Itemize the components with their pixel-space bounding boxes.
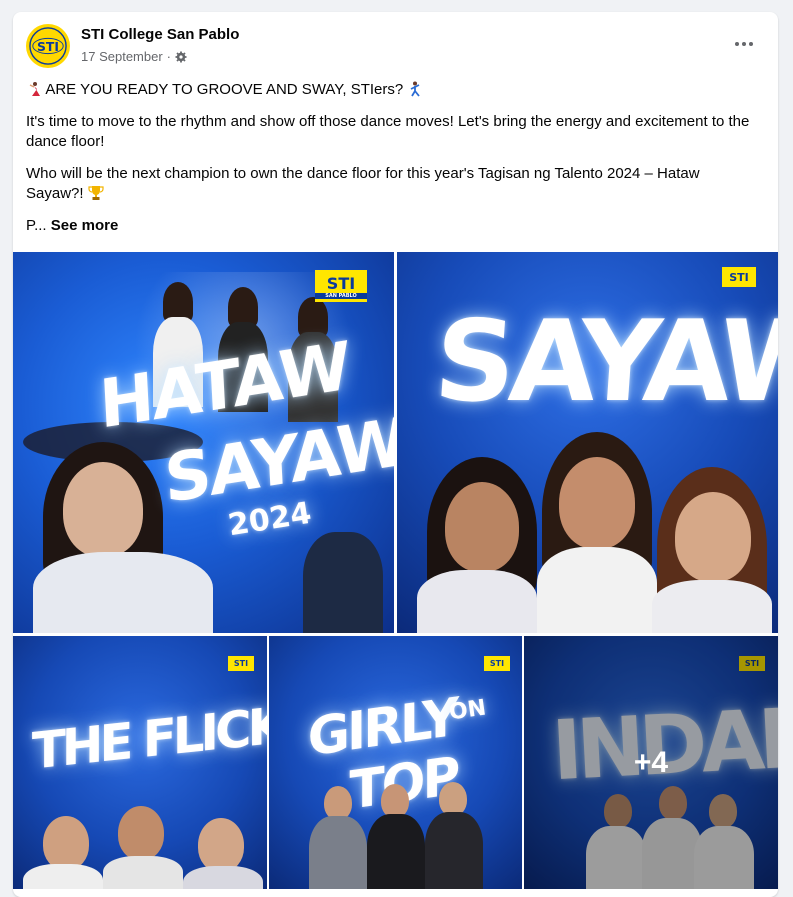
photo-indaks[interactable]: INDAKS STI +4 — [524, 636, 778, 889]
sti-badge-text: STI — [326, 273, 356, 293]
dancer-face — [439, 782, 467, 816]
post-meta: 17 September · — [81, 49, 187, 64]
dancer-face — [43, 816, 89, 870]
sti-logo-icon: STI — [29, 27, 67, 65]
photo-hataw-sayaw[interactable]: HATAW SAYAW 2024 STI SAN PABLO — [13, 252, 394, 633]
paragraph-4-prefix: P... — [26, 217, 47, 234]
gear-icon[interactable] — [175, 51, 187, 63]
the-flicker-text: THE FLICKER — [31, 689, 267, 781]
trophy-emoji — [88, 186, 104, 200]
dancer-face — [675, 492, 751, 582]
dancer-woman-emoji — [29, 82, 40, 96]
dancer-face — [381, 784, 409, 818]
dancer-face — [445, 482, 519, 572]
more-options-icon[interactable] — [728, 34, 760, 54]
paragraph-1-text: ARE YOU READY TO GROOVE AND SWAY, STIers… — [45, 81, 404, 98]
dancer-face — [324, 786, 352, 820]
dancer-face — [118, 806, 164, 860]
photo-the-flicker[interactable]: THE FLICKER STI — [13, 636, 267, 889]
paragraph-3-text: Who will be the next champion to own the… — [26, 165, 700, 202]
post-card: STI STI College San Pablo 17 September ·… — [13, 12, 778, 897]
paragraph-2: It's time to move to the rhythm and show… — [26, 113, 750, 150]
photo-girly-on-top[interactable]: GIRLY ON TOP STI — [269, 636, 522, 889]
sayawe-text: SAYAWE — [430, 297, 778, 427]
avatar-text: STI — [37, 40, 59, 54]
paragraph-1: ARE YOU READY TO GROOVE AND SWAY, STIers… — [26, 80, 761, 100]
post-date[interactable]: 17 September — [81, 49, 163, 64]
photo-sayawe[interactable]: SAYAWE STI — [397, 252, 778, 633]
page-avatar[interactable]: STI — [26, 24, 70, 68]
meta-separator: · — [166, 49, 172, 64]
dancer-face — [63, 462, 143, 557]
sti-badge: STI — [722, 267, 756, 287]
dancer-silhouette — [163, 282, 193, 322]
dancer-face — [559, 457, 635, 549]
page-name[interactable]: STI College San Pablo — [81, 26, 239, 43]
sti-badge: STI SAN PABLO — [315, 270, 367, 302]
dancer-man-emoji — [411, 81, 421, 97]
on-text: ON — [447, 695, 488, 726]
sti-badge: STI — [484, 656, 510, 671]
sti-badge: STI — [228, 656, 254, 671]
more-photos-count: +4 — [633, 745, 669, 779]
paragraph-4: P... See more — [26, 216, 761, 236]
sti-badge-subtext: SAN PABLO — [315, 292, 367, 299]
paragraph-3: Who will be the next champion to own the… — [26, 164, 761, 204]
more-photos-overlay[interactable]: +4 — [524, 636, 778, 889]
post-text: ARE YOU READY TO GROOVE AND SWAY, STIers… — [26, 80, 761, 248]
dancer-face — [198, 818, 244, 872]
see-more-link[interactable]: See more — [51, 217, 119, 234]
